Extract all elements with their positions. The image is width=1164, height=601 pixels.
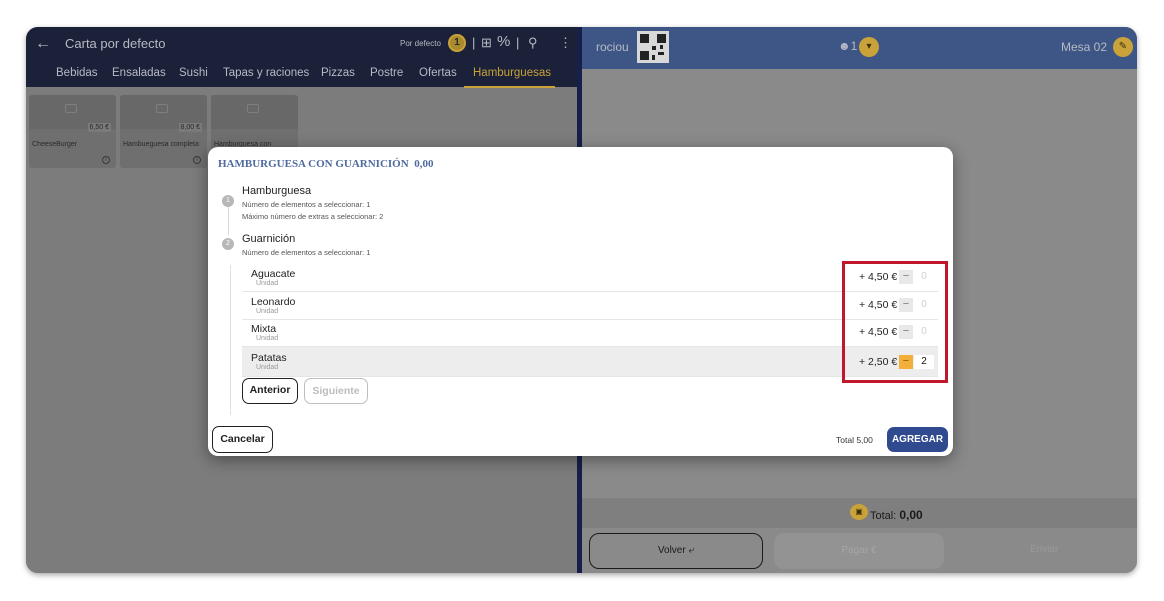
coin-badge-icon[interactable]: 1 xyxy=(448,34,466,52)
pagar-button[interactable]: Pagar € xyxy=(774,533,944,569)
option-name: Leonardo xyxy=(251,296,296,308)
active-tab-indicator xyxy=(464,86,555,88)
tab-pizzas[interactable]: Pizzas xyxy=(321,67,355,79)
volver-button[interactable]: Volver ⤶ xyxy=(589,533,763,569)
tab-hamburguesas[interactable]: Hamburguesas xyxy=(473,67,551,79)
dialog-title: HAMBURGUESA CON GUARNICIÓN 0,00 xyxy=(218,158,434,170)
option-row[interactable]: Leonardo Unidad + 4,50 € − 0 xyxy=(242,292,938,320)
product-card[interactable]: 6,50 € CheeseBurger i xyxy=(29,95,116,168)
modifier-dialog: HAMBURGUESA CON GUARNICIÓN 0,00 1 Hambur… xyxy=(208,147,953,456)
step-rule: Máximo número de extras a seleccionar: 2 xyxy=(242,212,384,221)
option-unit: Unidad xyxy=(256,364,279,371)
arrow-left-icon[interactable]: ← xyxy=(35,35,51,53)
search-icon[interactable]: ⚲ xyxy=(528,35,538,51)
info-icon[interactable]: i xyxy=(193,156,201,164)
camera-icon xyxy=(247,104,259,113)
product-card[interactable]: 8,00 € Hambueguesa completa i xyxy=(120,95,207,168)
tab-tapas[interactable]: Tapas y raciones xyxy=(223,67,309,79)
option-unit: Unidad xyxy=(256,280,279,287)
option-unit: Unidad xyxy=(256,308,279,315)
money-icon: € xyxy=(870,545,877,556)
more-vertical-icon[interactable]: ⋮ xyxy=(559,35,572,51)
qr-code-icon[interactable] xyxy=(637,31,669,63)
diners-count: ☻1 xyxy=(838,39,858,53)
reply-icon: ⤶ xyxy=(688,545,695,556)
chevron-down-icon[interactable]: ▾ xyxy=(859,37,879,57)
product-price: 8,00 € xyxy=(178,123,202,132)
step-rule: Número de elementos a seleccionar: 1 xyxy=(242,200,371,209)
camera-icon xyxy=(65,104,77,113)
option-row[interactable]: Mixta Unidad + 4,50 € − 0 xyxy=(242,319,938,347)
table-name: Mesa 02 xyxy=(1060,40,1107,54)
product-image xyxy=(211,95,298,129)
calculator-icon[interactable]: ⊞ xyxy=(481,35,492,51)
product-name: CheeseBurger xyxy=(32,141,78,148)
siguiente-button[interactable]: Siguiente xyxy=(304,378,368,404)
option-name: Aguacate xyxy=(251,268,296,280)
option-row[interactable]: Aguacate Unidad + 4,50 € − 0 xyxy=(242,264,938,292)
tab-sushi[interactable]: Sushi xyxy=(179,67,208,79)
agregar-button[interactable]: AGREGAR xyxy=(887,427,948,452)
receipt-icon: ▣ xyxy=(850,504,868,520)
option-unit: Unidad xyxy=(256,335,279,342)
menu-title: Carta por defecto xyxy=(65,36,166,51)
category-tabs: Bebidas Ensaladas Sushi Tapas y raciones… xyxy=(26,65,577,87)
step-number: 2 xyxy=(222,238,234,250)
option-row-selected[interactable]: Patatas Unidad + 2,50 € − 2 xyxy=(242,347,938,377)
step-connector xyxy=(228,207,229,235)
dialog-total: Total 5,00 xyxy=(836,435,873,445)
camera-icon xyxy=(156,104,168,113)
step-number: 1 xyxy=(222,195,234,207)
tab-ensaladas[interactable]: Ensaladas xyxy=(112,67,166,79)
option-name: Patatas xyxy=(251,352,287,364)
product-name: Hambueguesa completa xyxy=(123,141,199,148)
separator-icon: | xyxy=(472,35,476,50)
product-price: 6,50 € xyxy=(87,123,111,132)
tab-bebidas[interactable]: Bebidas xyxy=(56,67,98,79)
enviar-button[interactable]: Enviar xyxy=(1030,544,1058,555)
order-total: Total: 0,00 xyxy=(870,508,923,522)
waiter-name: rociou xyxy=(596,40,629,54)
highlight-box xyxy=(842,261,948,383)
tab-ofertas[interactable]: Ofertas xyxy=(419,67,457,79)
edit-icon[interactable]: ✎ xyxy=(1113,37,1133,57)
tab-postre[interactable]: Postre xyxy=(370,67,403,79)
cancelar-button[interactable]: Cancelar xyxy=(212,426,273,453)
step-rule: Número de elementos a seleccionar: 1 xyxy=(242,248,371,257)
separator-icon: | xyxy=(516,35,520,50)
step-title[interactable]: Guarnición xyxy=(242,233,295,245)
menu-header: ← Carta por defecto Por defecto 1 | ⊞ % … xyxy=(26,27,577,87)
anterior-button[interactable]: Anterior xyxy=(242,378,298,404)
default-label: Por defecto xyxy=(400,39,441,48)
info-icon[interactable]: i xyxy=(102,156,110,164)
order-header: rociou ☻1 ▾ Mesa 02 ✎ xyxy=(582,27,1137,69)
percent-icon[interactable]: % xyxy=(497,33,510,50)
step-title[interactable]: Hamburguesa xyxy=(242,185,311,197)
options-connector xyxy=(230,265,231,415)
order-total-bar: ▣ Total: 0,00 xyxy=(582,498,1137,528)
option-name: Mixta xyxy=(251,323,277,335)
